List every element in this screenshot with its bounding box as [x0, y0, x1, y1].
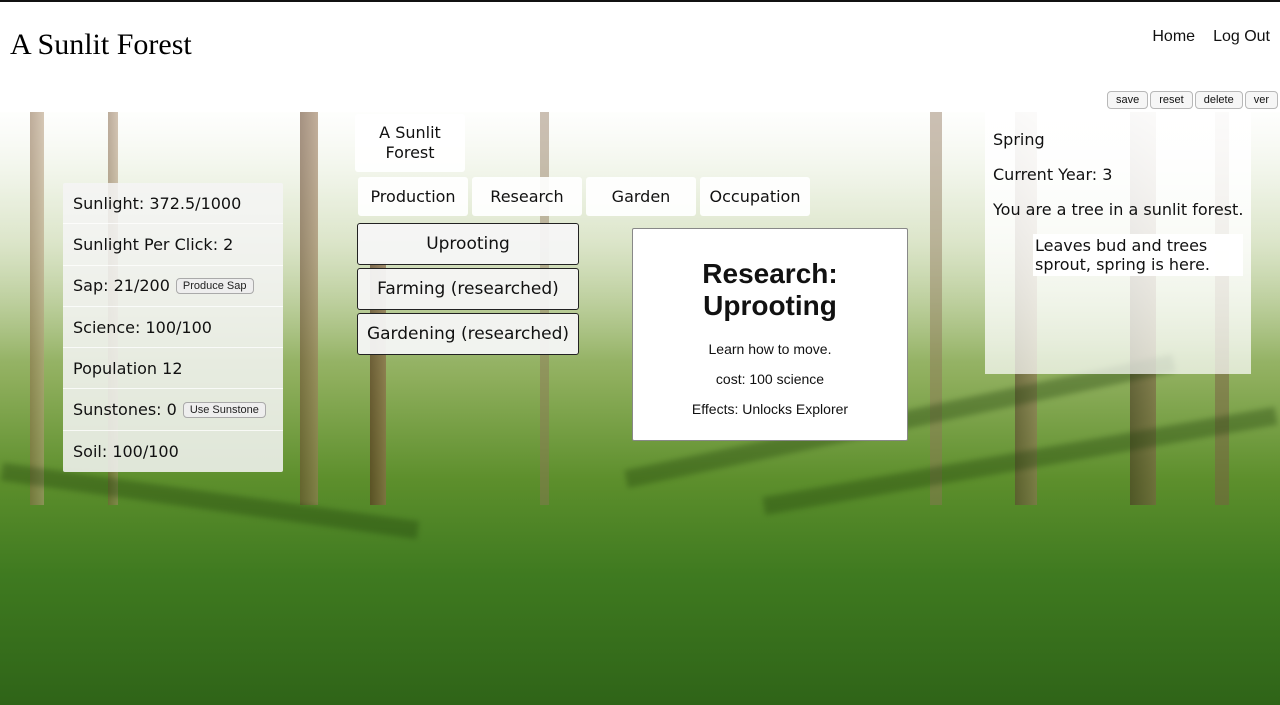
site-header: A Sunlit Forest Home Log Out: [0, 2, 1280, 112]
intro-text: You are a tree in a sunlit forest.: [993, 200, 1244, 219]
resource-label: Sunstones: 0: [73, 400, 177, 420]
utility-toolbar: save reset delete ver: [1107, 91, 1278, 109]
site-title: A Sunlit Forest: [10, 28, 192, 61]
game-title-tab[interactable]: A Sunlit Forest: [355, 114, 465, 172]
resource-label: Soil: 100/100: [73, 441, 179, 461]
current-year: Current Year: 3: [993, 165, 1113, 184]
resource-label: Science: 100/100: [73, 317, 212, 337]
event-log-panel: Spring Current Year: 3 You are a tree in…: [985, 112, 1251, 374]
research-detail-title: Research: Uprooting: [702, 258, 838, 321]
save-button[interactable]: save: [1107, 91, 1149, 109]
resource-science: Science: 100/100: [63, 307, 283, 349]
resource-label: Sunlight: 372.5/1000: [73, 193, 242, 213]
resource-soil: Soil: 100/100: [63, 431, 283, 472]
tab-production[interactable]: Production: [358, 177, 468, 216]
research-gardening-button[interactable]: Gardening (researched): [357, 313, 579, 355]
resource-sunlight: Sunlight: 372.5/1000: [63, 183, 283, 225]
resource-sunstones: Sunstones: 0 Use Sunstone: [63, 389, 283, 431]
resource-label: Sunlight Per Click: 2: [73, 234, 234, 254]
research-effects: Effects: Unlocks Explorer: [691, 401, 849, 417]
research-detail-card: Research: Uprooting Learn how to move. c…: [632, 228, 908, 441]
resource-population: Population 12: [63, 348, 283, 390]
research-cost: cost: 100 science: [715, 371, 825, 387]
version-button[interactable]: ver: [1244, 91, 1278, 109]
tab-garden[interactable]: Garden: [586, 177, 696, 216]
research-uprooting-button[interactable]: Uprooting: [357, 223, 579, 265]
nav-home-link[interactable]: Home: [1152, 28, 1195, 46]
produce-sap-button[interactable]: Produce Sap: [175, 277, 254, 294]
delete-button[interactable]: delete: [1194, 91, 1243, 109]
use-sunstone-button[interactable]: Use Sunstone: [182, 401, 266, 418]
resource-sunlight-per-click: Sunlight Per Click: 2: [63, 224, 283, 266]
resource-label: Population 12: [73, 358, 183, 378]
resource-label: Sap: 21/200: [73, 276, 170, 296]
research-farming-button[interactable]: Farming (researched): [357, 268, 579, 310]
top-nav: Home Log Out: [1152, 28, 1270, 46]
nav-logout-link[interactable]: Log Out: [1213, 28, 1270, 46]
tab-research[interactable]: Research: [472, 177, 582, 216]
resource-sap: Sap: 21/200 Produce Sap: [63, 266, 283, 307]
main-tabs: Production Research Garden Occupation: [358, 177, 810, 216]
research-list: Uprooting Farming (researched) Gardening…: [357, 223, 579, 355]
research-description: Learn how to move.: [708, 341, 832, 357]
resource-panel: Sunlight: 372.5/1000 Sunlight Per Click:…: [63, 183, 283, 473]
reset-button[interactable]: reset: [1150, 91, 1193, 109]
season-label: Spring: [993, 130, 1045, 149]
event-message: Leaves bud and trees sprout, spring is h…: [1033, 234, 1243, 276]
tab-occupation[interactable]: Occupation: [700, 177, 810, 216]
